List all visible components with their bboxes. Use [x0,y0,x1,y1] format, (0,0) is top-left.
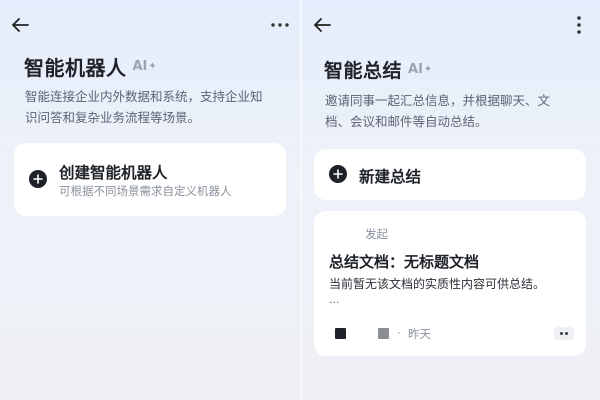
ai-badge: AI ✦ [408,62,432,77]
summary-document-card[interactable]: 发起 总结文档：无标题文档 当前暂无该文档的实质性内容可供总结。 ... · 昨… [314,211,586,356]
new-summary-card[interactable]: 新建总结 [314,149,586,200]
dot [565,332,568,335]
back-arrow-icon[interactable] [8,13,32,37]
summary-document-body: 当前暂无该文档的实质性内容可供总结。 [329,277,546,291]
more-horizontal-icon[interactable] [268,13,292,37]
robot-panel: 智能机器人 AI ✦ 智能连接企业内外数据和系统，支持企业知 识问答和复杂业务流… [0,0,300,400]
initiated-label: 发起 [365,227,388,241]
document-icon [378,328,389,339]
summary-title-row: 智能总结 AI ✦ [324,56,432,83]
description-line: 档、会议和邮件等自动总结。 [325,114,488,129]
summary-time: 昨天 [408,327,431,341]
sparkle-icon: ✦ [423,64,433,75]
page-title: 智能总结 [324,60,403,82]
ai-badge: AI ✦ [133,59,157,74]
card-more-button[interactable] [554,327,574,340]
page-title: 智能机器人 [24,56,127,80]
more-vertical-icon[interactable] [567,13,591,37]
sparkle-icon: ✦ [148,61,157,72]
dot [560,332,563,335]
summary-document-title: 总结文档：无标题文档 [329,253,480,271]
plus-circle-icon [329,165,347,183]
create-robot-card[interactable]: 创建智能机器人 可根据不同场景需求自定义机器人 [14,143,286,216]
description-line: 识问答和复杂业务流程等场景。 [25,110,201,125]
plus-circle-icon [29,170,47,188]
owner-avatar [335,328,346,339]
meta-separator: · [397,326,401,340]
robot-description: 智能连接企业内外数据和系统，支持企业知 识问答和复杂业务流程等场景。 [25,86,290,128]
back-arrow-icon[interactable] [310,13,334,37]
ai-label: AI [408,62,423,77]
summary-panel: 智能总结 AI ✦ 邀请同事一起汇总信息，并根据聊天、文 档、会议和邮件等自动总… [302,0,600,400]
create-robot-subtitle: 可根据不同场景需求自定义机器人 [59,184,232,198]
summary-ellipsis: ... [329,293,340,306]
robot-title-row: 智能机器人 AI ✦ [24,52,157,81]
description-line: 邀请同事一起汇总信息，并根据聊天、文 [325,93,551,108]
new-summary-title: 新建总结 [359,168,422,186]
summary-description: 邀请同事一起汇总信息，并根据聊天、文 档、会议和邮件等自动总结。 [325,90,587,132]
description-line: 智能连接企业内外数据和系统，支持企业知 [25,89,263,104]
ai-label: AI [132,59,148,74]
create-robot-title: 创建智能机器人 [59,164,168,182]
